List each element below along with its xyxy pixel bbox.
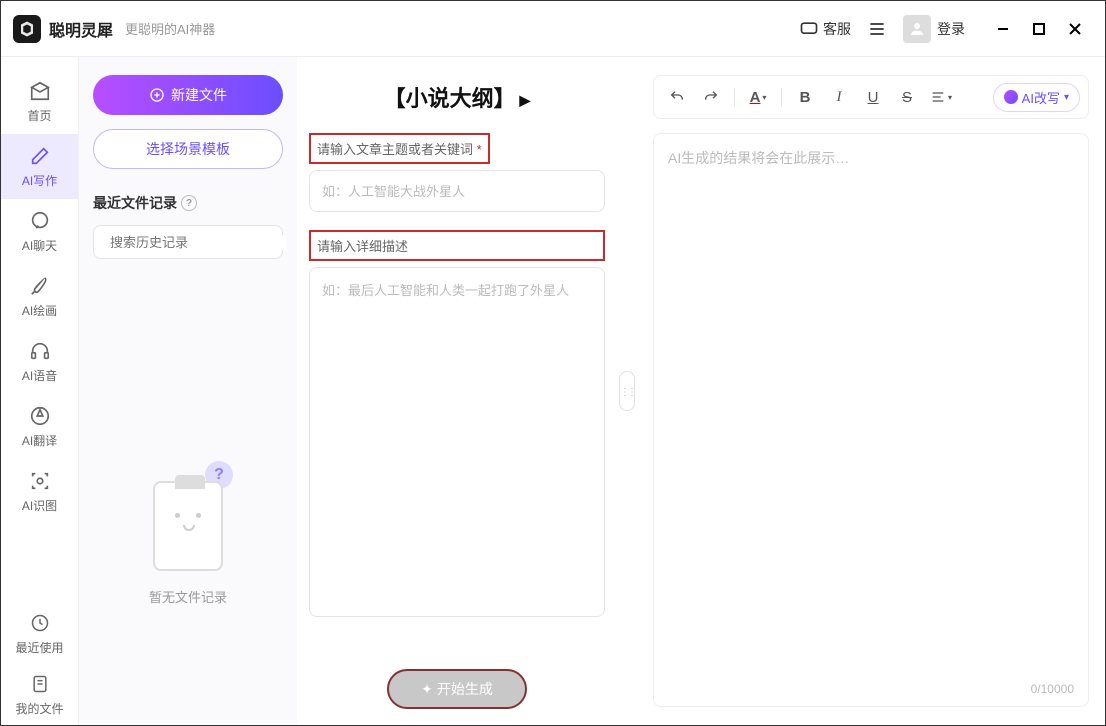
desc-label: 请输入详细描述 — [309, 230, 605, 261]
new-file-button[interactable]: 新建文件 — [93, 75, 283, 115]
font-color-button[interactable]: A▾ — [743, 82, 773, 112]
brush-icon — [28, 274, 52, 298]
underline-button[interactable]: U — [858, 82, 888, 112]
nav-label: AI翻译 — [22, 432, 57, 449]
ai-rewrite-label: AI改写 — [1022, 88, 1060, 107]
search-input[interactable] — [110, 235, 286, 250]
topic-input[interactable] — [309, 170, 605, 212]
align-button[interactable]: ▾ — [926, 82, 956, 112]
desc-textarea[interactable] — [309, 267, 605, 617]
sparkle-icon: ✦ — [421, 681, 433, 698]
generate-label: 开始生成 — [437, 679, 493, 699]
file-icon — [28, 672, 52, 696]
headphone-icon — [28, 339, 52, 363]
empty-state: ? 暂无文件记录 — [93, 279, 283, 707]
align-icon — [930, 89, 946, 105]
recent-files-title: 最近文件记录 ? — [93, 193, 283, 213]
nav-label: 我的文件 — [15, 700, 63, 717]
nav-recent[interactable]: 最近使用 — [1, 603, 78, 664]
hamburger-menu[interactable] — [867, 19, 887, 39]
editor-placeholder: AI生成的结果将会在此展示… — [668, 148, 1074, 168]
chat-icon — [799, 19, 819, 39]
chevron-down-icon: ▾ — [1064, 92, 1069, 103]
search-box[interactable] — [93, 225, 283, 259]
nav-ai-paint[interactable]: AI绘画 — [1, 264, 78, 329]
window-maximize[interactable] — [1021, 11, 1057, 47]
sidebar: 首页 AI写作 AI聊天 AI绘画 AI语音 AI翻译 AI识图 最 — [1, 57, 79, 725]
editor-toolbar: A▾ B I U S ▾ AI改写 ▾ — [653, 75, 1089, 119]
login-button[interactable]: 登录 — [937, 19, 965, 39]
input-panel: 【小说大纲】 请输入文章主题或者关键词 * 请输入详细描述 ✦ 开始生成 — [297, 57, 617, 725]
plus-circle-icon — [149, 87, 165, 103]
empty-illustration: ? — [143, 461, 233, 571]
ai-rewrite-button[interactable]: AI改写 ▾ — [993, 83, 1080, 112]
nav-ai-chat[interactable]: AI聊天 — [1, 199, 78, 264]
app-title: 聪明灵犀 — [49, 17, 113, 41]
bold-button[interactable]: B — [790, 82, 820, 112]
chat-bubble-icon — [28, 209, 52, 233]
template-button[interactable]: 选择场景模板 — [93, 129, 283, 169]
nav-label: AI写作 — [22, 172, 57, 189]
drag-handle[interactable] — [619, 371, 635, 411]
service-label: 客服 — [823, 19, 851, 39]
translate-icon — [28, 404, 52, 428]
editor-area[interactable]: AI生成的结果将会在此展示… 0/10000 — [653, 133, 1089, 707]
undo-icon — [669, 89, 685, 105]
strikethrough-button[interactable]: S — [892, 82, 922, 112]
app-subtitle: 更聪明的AI神器 — [125, 19, 215, 38]
ai-icon — [1004, 90, 1018, 104]
window-minimize[interactable] — [985, 11, 1021, 47]
italic-button[interactable]: I — [824, 82, 854, 112]
new-file-label: 新建文件 — [171, 85, 227, 105]
nav-label: 最近使用 — [15, 639, 63, 656]
topic-label: 请输入文章主题或者关键词 * — [309, 133, 490, 164]
titlebar: 聪明灵犀 更聪明的AI神器 客服 登录 — [1, 1, 1105, 57]
file-panel: 新建文件 选择场景模板 最近文件记录 ? ? 暂无文件记录 — [79, 57, 297, 725]
help-icon[interactable]: ? — [181, 195, 197, 211]
avatar[interactable] — [903, 15, 931, 43]
customer-service-button[interactable]: 客服 — [799, 19, 851, 39]
nav-label: AI聊天 — [22, 237, 57, 254]
nav-label: 首页 — [27, 107, 51, 124]
nav-home[interactable]: 首页 — [1, 69, 78, 134]
nav-label: AI识图 — [22, 497, 57, 514]
redo-button[interactable] — [696, 82, 726, 112]
char-counter: 0/10000 — [1031, 682, 1074, 696]
app-logo — [13, 15, 41, 43]
nav-my-files[interactable]: 我的文件 — [1, 664, 78, 725]
window-close[interactable] — [1057, 11, 1093, 47]
resize-divider — [617, 57, 637, 725]
scan-icon — [28, 469, 52, 493]
generate-button[interactable]: ✦ 开始生成 — [387, 669, 527, 709]
pen-icon — [28, 144, 52, 168]
empty-text: 暂无文件记录 — [149, 587, 227, 606]
nav-ai-voice[interactable]: AI语音 — [1, 329, 78, 394]
panel-title[interactable]: 【小说大纲】 — [309, 81, 605, 113]
nav-ai-writing[interactable]: AI写作 — [1, 134, 78, 199]
nav-ai-image-rec[interactable]: AI识图 — [1, 459, 78, 524]
clock-icon — [28, 611, 52, 635]
redo-icon — [703, 89, 719, 105]
home-icon — [28, 79, 52, 103]
editor-panel: A▾ B I U S ▾ AI改写 ▾ AI生成的结果将会在此展示… 0/100… — [637, 57, 1105, 725]
nav-label: AI绘画 — [22, 302, 57, 319]
nav-label: AI语音 — [22, 367, 57, 384]
undo-button[interactable] — [662, 82, 692, 112]
logo-icon — [18, 20, 36, 38]
nav-ai-translate[interactable]: AI翻译 — [1, 394, 78, 459]
